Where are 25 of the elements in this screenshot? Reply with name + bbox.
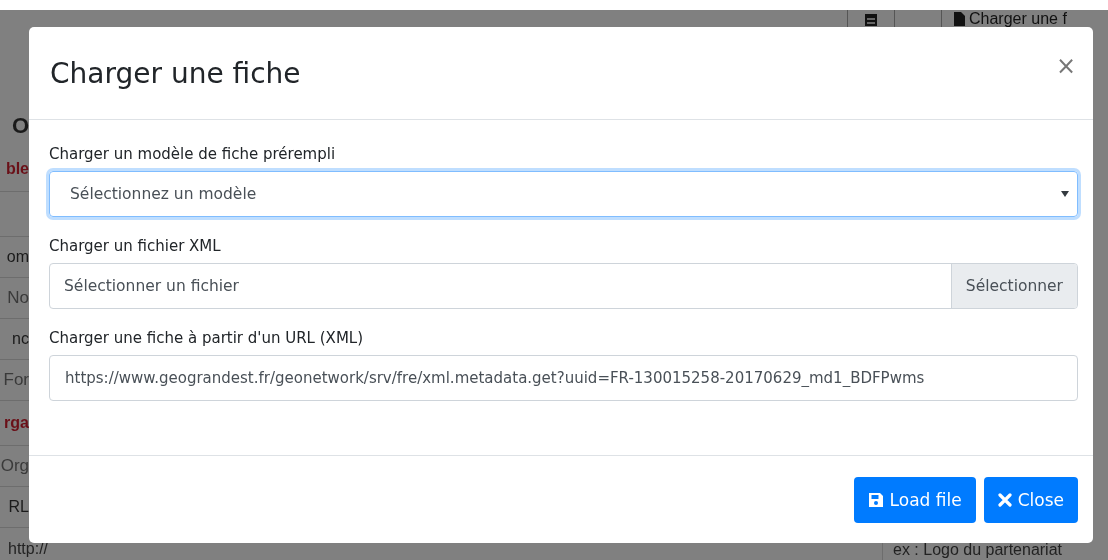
url-input-field[interactable]: https://www.geograndest.fr/geonetwork/srv/fre/xml.metadata.get?uuid=FR-130015258-20170629_md1_BDFPwms	[49, 355, 1078, 401]
heading-text: O	[11, 113, 29, 139]
field-label: Charger une fiche à partir d'un URL (XML)	[49, 329, 365, 347]
browse-button[interactable]: Sélectionner	[950, 264, 1077, 308]
caret-icon	[1061, 191, 1069, 197]
dialog-title: Charger une fiche	[50, 56, 301, 90]
close-button[interactable]: ×	[1055, 52, 1076, 94]
file-icon	[954, 11, 965, 26]
field-label: om	[6, 248, 29, 266]
save-icon	[867, 491, 884, 508]
field-label: Charger un fichier XML	[49, 237, 222, 255]
toolbar-button[interactable]: Charger une f	[969, 10, 1067, 27]
field-label: nc	[12, 330, 29, 348]
hint-text: ex : Logo du partenariat	[892, 540, 1063, 560]
load-file-button[interactable]: Load file	[853, 476, 976, 523]
url-text: http://	[8, 539, 49, 559]
table-icon	[864, 13, 878, 27]
heading-text: rga	[4, 414, 29, 432]
close-icon	[997, 492, 1012, 507]
close-dialog-button[interactable]: Close	[983, 476, 1078, 523]
template-dropdown[interactable]: Sélectionnez un modèle	[49, 171, 1078, 217]
file-input-field[interactable]: Sélectionner un fichier Sélectionner	[49, 263, 1078, 309]
heading-text: ble	[5, 160, 29, 178]
field-label: RL	[8, 498, 29, 516]
field-label: Charger un modèle de fiche prérempli	[49, 145, 337, 163]
